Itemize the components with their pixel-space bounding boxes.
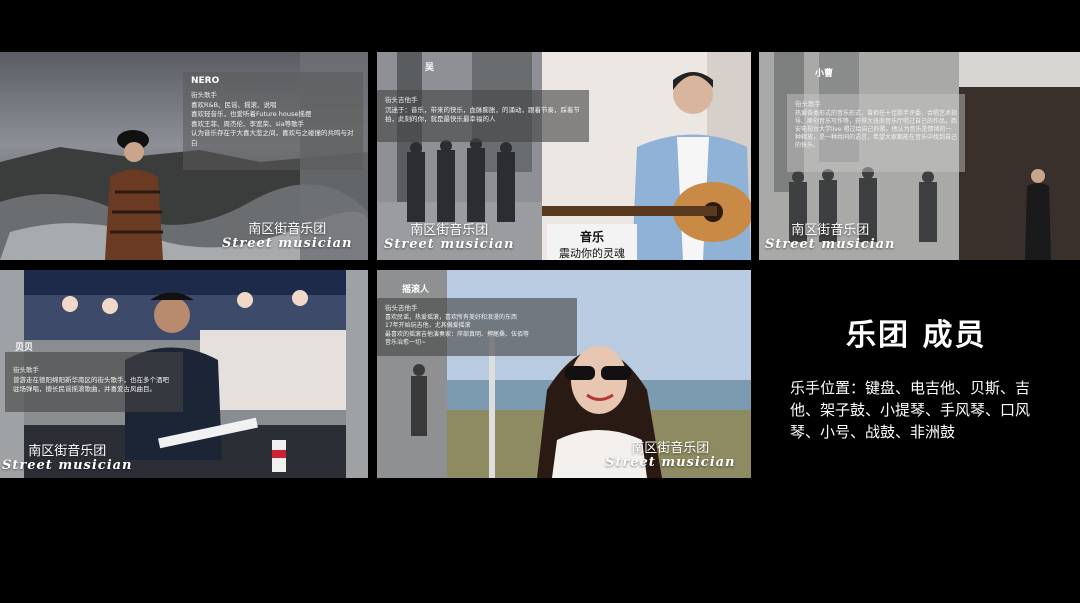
member-role: 街头歌手 — [13, 366, 39, 374]
member-role: 街头歌手 — [795, 100, 821, 108]
member-role: 街头吉他手 — [385, 304, 418, 312]
member-card-yaogunren: 摇滚人 街头吉他手 喜欢民谣，热爱摇滚，喜欢所有美好和浪漫的东西 17年开始玩吉… — [377, 270, 751, 478]
member-card-xiaocao: 小曹 街头歌手 热爱各类形式的音乐形式，曾担任十佳歌手评委、合唱艺术指导、原创音… — [759, 52, 1080, 260]
member-role: 街头歌手 — [191, 91, 217, 99]
member-info-box: 摇滚人 街头吉他手 喜欢民谣，热爱摇滚，喜欢所有美好和浪漫的东西 17年开始玩吉… — [377, 285, 577, 356]
member-name: 小曹 — [815, 69, 834, 79]
sign-title: 音乐 — [579, 230, 604, 244]
member-name: 摇滚人 — [402, 285, 430, 295]
brand-en: Street musician — [765, 237, 896, 253]
brand-watermark: 南区街音乐团 Street musician — [222, 222, 353, 252]
section-title: 乐团 成员 — [846, 318, 987, 353]
member-info-box: 贝贝 街头歌手 曾游走在德阳绵阳新华南区的街头歌手，也在多个酒吧驻场弹唱，擅长民… — [5, 343, 183, 412]
brand-watermark: 南区街音乐团 Street musician — [2, 444, 133, 474]
brand-watermark: 南区街音乐团 Street musician — [384, 223, 515, 253]
brand-en: Street musician — [605, 455, 736, 471]
member-name: 吴 — [425, 63, 435, 73]
brand-watermark: 南区街音乐团 Street musician — [765, 223, 896, 253]
brand-en: Street musician — [222, 236, 353, 252]
member-description: 热爱各类形式的音乐形式，曾担任十佳歌手评委、合唱艺术指导、原创音乐写作等，获得大… — [795, 110, 958, 150]
member-card-wu: 吴 街头吉他手 沉迷于：音乐，带来的快乐，血脉膨胀，的涌动，跟着节奏，踩着节拍，… — [377, 52, 751, 260]
member-role: 街头吉他手 — [385, 96, 418, 104]
member-info-box: 小曹 街头歌手 热爱各类形式的音乐形式，曾担任十佳歌手评委、合唱艺术指导、原创音… — [787, 69, 965, 172]
member-description: 喜欢民谣，热爱摇滚，喜欢所有美好和浪漫的东西 17年开始玩吉他，尤其偏爱摇滚 最… — [385, 314, 530, 347]
instrument-positions-text: 乐手位置：键盘、电吉他、贝斯、吉他、架子鼓、小提琴、手风琴、口风琴、小号、战鼓、… — [790, 379, 1031, 441]
member-card-nero: NERO 街头歌手 喜欢R&B、民谣、摇滚、说唱 喜欢轻音乐，也爱听着Futur… — [0, 52, 368, 260]
member-description: 沉迷于：音乐，带来的快乐，血脉膨胀，的涌动，跟着节奏，踩着节拍，此刻的你，就是最… — [385, 106, 580, 124]
sign-subtitle: 震动你的灵魂 — [559, 247, 625, 260]
member-description: 曾游走在德阳绵阳新华南区的街头歌手，也在多个酒吧驻场弹唱，擅长民谣摇滚歌曲，并喜… — [13, 376, 169, 394]
member-card-beibei: 贝贝 街头歌手 曾游走在德阳绵阳新华南区的街头歌手，也在多个酒吧驻场弹唱，擅长民… — [0, 270, 368, 478]
music-sign: 音乐 震动你的灵魂 — [547, 228, 637, 260]
member-info-box: 吴 街头吉他手 沉迷于：音乐，带来的快乐，血脉膨胀，的涌动，跟着节奏，踩着节拍，… — [377, 63, 589, 142]
member-info-box: NERO 街头歌手 喜欢R&B、民谣、摇滚、说唱 喜欢轻音乐，也爱听着Futur… — [183, 72, 363, 170]
member-name: 贝贝 — [15, 343, 34, 353]
brand-en: Street musician — [384, 237, 515, 253]
brand-watermark: 南区街音乐团 Street musician — [605, 441, 736, 471]
member-name: NERO — [191, 76, 220, 86]
brand-en: Street musician — [2, 458, 133, 474]
member-description: 喜欢R&B、民谣、摇滚、说唱 喜欢轻音乐，也爱听着Future house摇摆 … — [191, 101, 354, 147]
